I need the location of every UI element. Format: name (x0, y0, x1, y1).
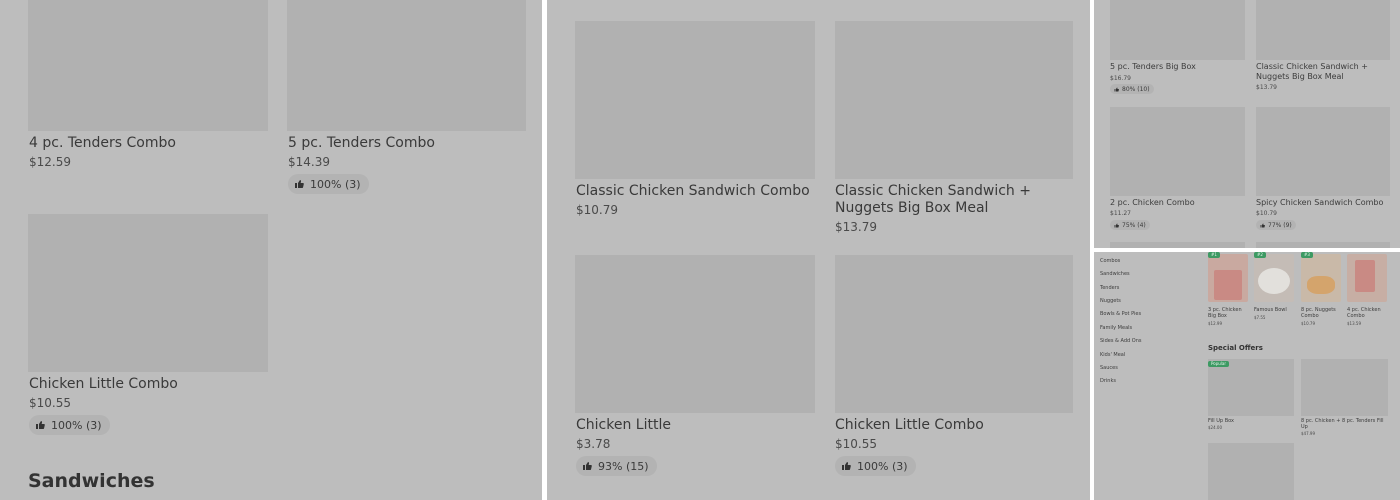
thumbs-up-icon (295, 180, 304, 188)
item-image[interactable] (575, 21, 815, 179)
category-nav-sides[interactable]: Sides & Add Ons (1100, 338, 1141, 344)
item-image[interactable] (287, 0, 526, 131)
category-nav-sandwiches[interactable]: Sandwiches (1100, 271, 1130, 277)
item-price: $12.59 (29, 155, 71, 169)
item-price: $3.78 (576, 437, 611, 451)
item-title-line1[interactable]: Classic Chicken Sandwich + (835, 183, 1031, 199)
rating-text: 77% (9) (1268, 221, 1292, 229)
item-price: $16.79 (1110, 75, 1131, 82)
rank-badge: #3 (1301, 252, 1313, 258)
item-price: $10.79 (1256, 210, 1277, 217)
item-image[interactable] (28, 214, 268, 372)
category-nav-combos[interactable]: Combos (1100, 258, 1120, 264)
product-price: $10.79 (1301, 321, 1315, 326)
product-image[interactable] (1254, 254, 1294, 302)
item-price: $13.79 (1256, 84, 1277, 91)
menu-panel-middle: Classic Chicken Sandwich Combo $10.79 Cl… (547, 0, 1090, 500)
rating-badge: 93% (15) (576, 456, 657, 476)
menu-panel-bottom-right: Combos Sandwiches Tenders Nuggets Bowls … (1094, 252, 1400, 500)
product-price: $13.59 (1347, 321, 1361, 326)
item-price: $10.55 (835, 437, 877, 451)
category-nav-bowls[interactable]: Bowls & Pot Pies (1100, 311, 1141, 317)
category-nav-nuggets[interactable]: Nuggets (1100, 298, 1121, 304)
item-title[interactable]: Classic Chicken Sandwich + Nuggets Big B… (1256, 62, 1390, 82)
item-title[interactable]: Chicken Little Combo (29, 376, 178, 392)
product-image[interactable] (1301, 254, 1341, 302)
rating-text: 100% (3) (857, 459, 908, 473)
menu-panel-left: 4 pc. Tenders Combo $12.59 5 pc. Tenders… (0, 0, 542, 500)
item-title[interactable]: 5 pc. Tenders Combo (288, 135, 435, 151)
product-title[interactable]: Famous Bowl (1254, 307, 1296, 313)
section-heading: Special Offers (1208, 344, 1263, 352)
thumbs-up-icon (36, 421, 45, 429)
item-title[interactable]: Spicy Chicken Sandwich Combo (1256, 198, 1390, 207)
category-nav-family-meals[interactable]: Family Meals (1100, 325, 1132, 331)
product-price: $7.55 (1254, 315, 1266, 320)
special-offer-price: $47.99 (1301, 431, 1315, 436)
item-title[interactable]: 5 pc. Tenders Big Box (1110, 62, 1245, 71)
item-title[interactable]: 2 pc. Chicken Combo (1110, 198, 1245, 207)
item-image[interactable] (835, 255, 1073, 413)
category-nav-drinks[interactable]: Drinks (1100, 378, 1116, 384)
product-image[interactable] (1347, 254, 1387, 302)
rating-text: 80% (10) (1122, 85, 1150, 93)
item-title[interactable]: Classic Chicken Sandwich Combo (576, 183, 810, 199)
item-title-line2[interactable]: Nuggets Big Box Meal (835, 200, 988, 216)
special-offer-title[interactable]: Fill Up Box (1208, 418, 1294, 424)
rank-badge: #1 (1208, 252, 1220, 258)
item-image[interactable] (1110, 0, 1245, 60)
product-title[interactable]: 4 pc. Chicken Combo (1347, 307, 1389, 319)
rating-badge: 100% (3) (29, 415, 110, 435)
item-price: $10.55 (29, 396, 71, 410)
item-image[interactable] (1110, 107, 1245, 196)
rating-badge: 77% (9) (1256, 220, 1296, 230)
thumbs-up-icon (1114, 87, 1119, 91)
item-image[interactable] (1110, 242, 1245, 248)
product-image[interactable] (1208, 254, 1248, 302)
item-price: $14.39 (288, 155, 330, 169)
thumbs-up-icon (1114, 223, 1119, 227)
item-price: $10.79 (576, 203, 618, 217)
special-offer-image[interactable] (1208, 359, 1294, 416)
item-image[interactable] (1256, 242, 1390, 248)
item-image[interactable] (835, 21, 1073, 179)
menu-panel-top-right: 5 pc. Tenders Big Box $16.79 80% (10) Cl… (1094, 0, 1400, 248)
rank-badge: #2 (1254, 252, 1266, 258)
item-image[interactable] (1256, 0, 1390, 60)
rating-text: 93% (15) (598, 459, 649, 473)
item-title[interactable]: 4 pc. Tenders Combo (29, 135, 176, 151)
category-nav-tenders[interactable]: Tenders (1100, 285, 1119, 291)
popular-badge: Popular (1208, 361, 1229, 367)
special-offer-image[interactable] (1301, 359, 1388, 416)
item-price: $11.27 (1110, 210, 1131, 217)
thumbs-up-icon (842, 462, 851, 470)
special-offer-price: $24.00 (1208, 425, 1222, 430)
rating-text: 100% (3) (51, 418, 102, 432)
category-nav-kids-meal[interactable]: Kids' Meal (1100, 352, 1125, 358)
special-offer-title[interactable]: 8 pc. Chicken + 8 pc. Tenders Fill Up (1301, 418, 1388, 430)
rating-badge: 100% (3) (288, 174, 369, 194)
section-heading: Sandwiches (28, 470, 155, 492)
rating-text: 100% (3) (310, 177, 361, 191)
category-nav-sauces[interactable]: Sauces (1100, 365, 1118, 371)
rating-badge: 80% (10) (1110, 84, 1154, 94)
item-image[interactable] (28, 0, 268, 131)
product-title[interactable]: 3 pc. Chicken Big Box (1208, 307, 1250, 319)
item-image[interactable] (1256, 107, 1390, 196)
item-price: $13.79 (835, 220, 877, 234)
item-title[interactable]: Chicken Little Combo (835, 417, 984, 433)
special-offer-image[interactable] (1208, 443, 1294, 500)
product-title[interactable]: 8 pc. Nuggets Combo (1301, 307, 1343, 319)
product-price: $12.99 (1208, 321, 1222, 326)
item-title[interactable]: Chicken Little (576, 417, 671, 433)
rating-text: 75% (4) (1122, 221, 1146, 229)
thumbs-up-icon (1260, 223, 1265, 227)
rating-badge: 75% (4) (1110, 220, 1150, 230)
rating-badge: 100% (3) (835, 456, 916, 476)
item-image[interactable] (575, 255, 815, 413)
thumbs-up-icon (583, 462, 592, 470)
